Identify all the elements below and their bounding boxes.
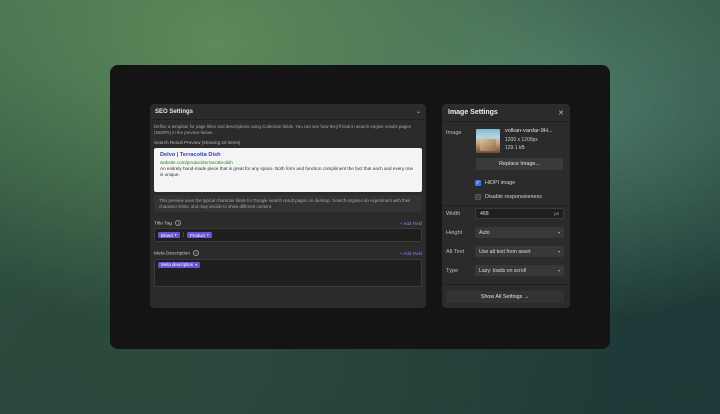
seo-settings-header[interactable]: SEO Settings ⌄ <box>150 104 426 120</box>
width-unit[interactable]: px <box>554 211 559 216</box>
chevron-down-icon: ▾ <box>557 268 560 273</box>
alt-text-select[interactable]: Use alt text from asset ▾ <box>475 246 564 257</box>
disable-responsiveness-checkbox[interactable] <box>475 194 481 200</box>
arrow-right-icon: → <box>523 294 530 300</box>
preview-url: website.com/product/terracotta-dish <box>160 160 233 165</box>
close-icon[interactable]: ✕ <box>558 109 564 117</box>
image-settings-header: Image Settings ✕ <box>442 104 570 122</box>
image-settings-title: Image Settings <box>448 109 498 116</box>
seo-description: Define a template for page titles and de… <box>154 124 411 135</box>
type-label: Type <box>446 268 459 274</box>
width-input[interactable]: 468 px <box>475 208 564 219</box>
meta-description-add-field-button[interactable]: + Add Field <box>400 251 422 256</box>
chevron-down-icon: ▾ <box>174 233 177 238</box>
meta-description-input[interactable]: Meta description ▾ <box>154 258 422 287</box>
image-label: Image <box>446 130 462 136</box>
replace-image-button[interactable]: Replace Image... <box>476 158 563 170</box>
help-icon[interactable]: ? <box>175 220 182 226</box>
chevron-down-icon: ▾ <box>557 230 560 235</box>
field-pill-brand[interactable]: Brand ▾ <box>158 232 180 239</box>
width-label: Width <box>446 211 461 217</box>
chevron-down-icon: ▾ <box>557 249 560 254</box>
title-tag-label: Title Tag <box>154 221 172 227</box>
hidpi-checkbox[interactable]: ✓ <box>475 180 481 186</box>
height-select[interactable]: Auto ▾ <box>475 227 564 238</box>
meta-description-label: Meta Description <box>154 251 190 257</box>
image-dimensions: 1200 x 1200px <box>505 137 538 143</box>
meta-description-header: Meta Description ? + Add Field <box>150 250 426 257</box>
file-size: 129.1 kB <box>505 145 525 151</box>
separator-text: | <box>182 232 184 239</box>
divider <box>442 284 570 285</box>
chevron-down-icon[interactable]: ⌄ <box>416 108 421 115</box>
title-tag-input[interactable]: Brand ▾ | Product ▾ <box>154 228 422 243</box>
character-limit-note: This preview uses the typical character … <box>154 195 422 212</box>
chevron-down-icon: ▾ <box>206 233 209 238</box>
preview-title: Delvo | Terracotta Dish <box>160 152 221 158</box>
image-settings-panel: Image Settings ✕ Image volkan-vardar-9H.… <box>442 104 570 308</box>
title-tag-add-field-button[interactable]: + Add Field <box>400 221 422 226</box>
chevron-down-icon: ▾ <box>195 262 198 267</box>
alt-text-label: Alt Text <box>446 249 465 255</box>
hidpi-label: HiDPI image <box>485 180 516 186</box>
seo-settings-title: SEO Settings <box>155 108 194 115</box>
help-icon[interactable]: ? <box>193 250 200 257</box>
divider <box>442 205 570 206</box>
field-pill-product[interactable]: Product ▾ <box>186 232 212 239</box>
preview-description: An entirely hand-made piece that is grea… <box>160 166 414 177</box>
preview-heading: Search Result Preview (showing 20 items) <box>154 140 241 145</box>
show-all-settings-button[interactable]: Show All Settings → <box>446 291 564 303</box>
title-tag-header: Title Tag ? + Add Field <box>150 220 426 226</box>
disable-responsiveness-label: Disable responsiveness <box>485 194 542 200</box>
loading-type-select[interactable]: Lazy: loads on scroll ▾ <box>475 265 564 276</box>
seo-settings-panel: SEO Settings ⌄ Define a template for pag… <box>150 104 426 308</box>
height-label: Height <box>446 230 463 236</box>
search-result-preview: Delvo | Terracotta Dish website.com/prod… <box>154 148 422 192</box>
image-thumbnail[interactable] <box>476 129 500 153</box>
file-name: volkan-vardar-9H... <box>505 128 553 134</box>
field-pill-meta-description[interactable]: Meta description ▾ <box>158 261 201 268</box>
